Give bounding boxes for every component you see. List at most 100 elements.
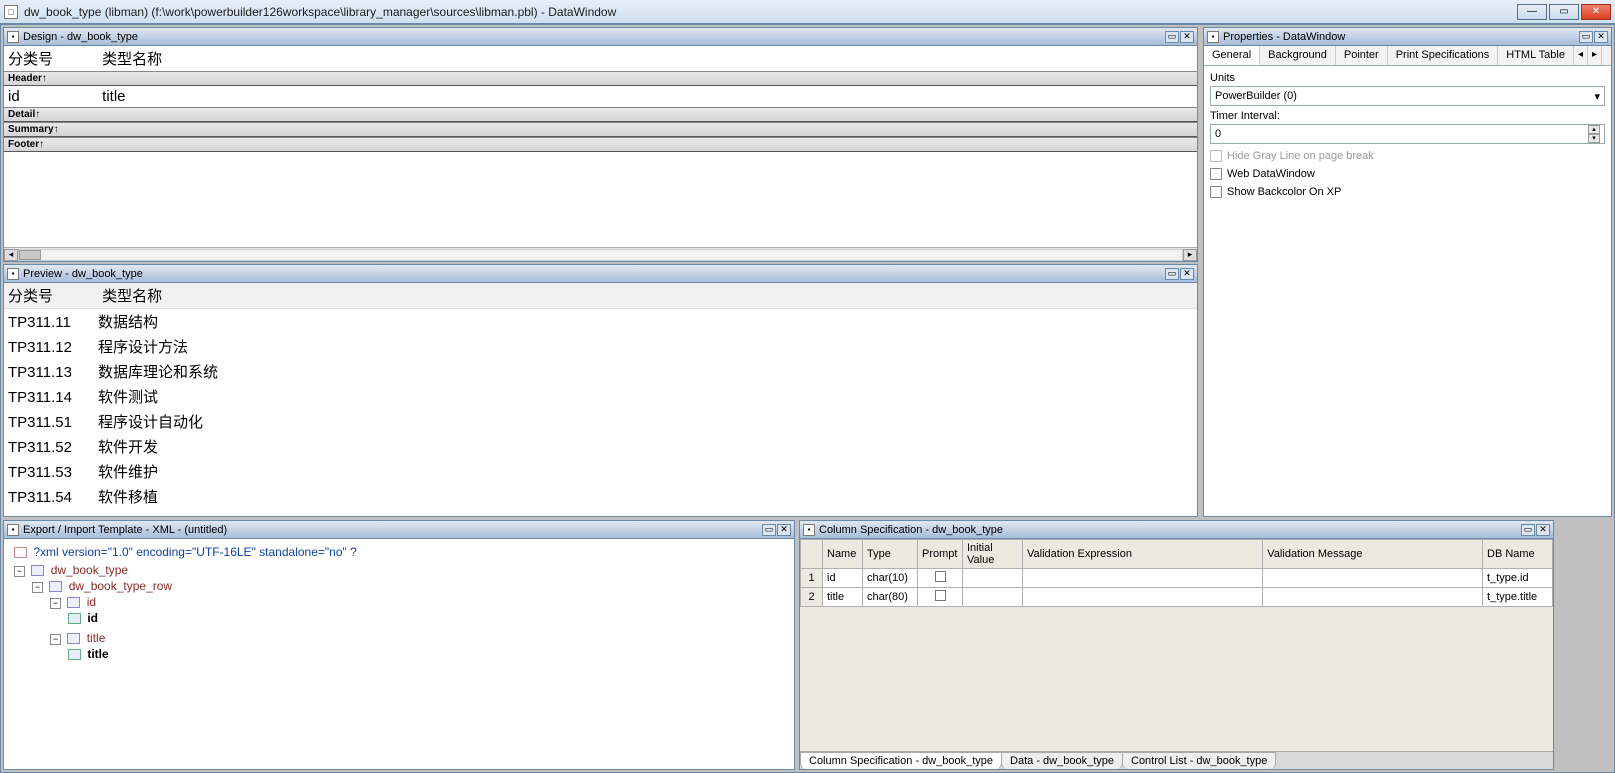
show-backcolor-checkbox[interactable]: Show Backcolor On XP	[1210, 186, 1605, 198]
preview-cell-id[interactable]: TP311.12	[8, 339, 98, 356]
colspec-hdr-initial[interactable]: Initial Value	[963, 540, 1023, 569]
colspec-rownum[interactable]: 2	[801, 588, 823, 607]
panel-restore-button[interactable]: ▭	[1165, 31, 1179, 43]
xml-col-title-node[interactable]: − title title	[50, 629, 788, 665]
colspec-validexpr[interactable]	[1023, 588, 1263, 607]
colspec-type[interactable]: char(80)	[863, 588, 918, 607]
xml-tree[interactable]: ?xml version="1.0" encoding="UTF-16LE" s…	[4, 539, 794, 769]
preview-cell-title[interactable]: 软件测试	[98, 389, 158, 406]
panel-close-button[interactable]: ✕	[777, 524, 791, 536]
xml-col-id-node[interactable]: − id id	[50, 593, 788, 629]
panel-close-button[interactable]: ✕	[1594, 31, 1608, 43]
preview-cell-id[interactable]: TP311.54	[8, 489, 98, 506]
preview-cell-id[interactable]: TP311.13	[8, 364, 98, 381]
xml-root-node[interactable]: − dw_book_type − dw_book_type_row −	[14, 561, 788, 669]
preview-cell-id[interactable]: TP311.14	[8, 389, 98, 406]
preview-cell-title[interactable]: 程序设计自动化	[98, 414, 203, 431]
spin-down-icon[interactable]: ▾	[1588, 134, 1600, 143]
preview-row[interactable]: TP311.12程序设计方法	[4, 334, 1197, 359]
design-hscroll[interactable]: ◂ ▸	[4, 247, 1197, 261]
design-panel-header[interactable]: ▪ Design - dw_book_type ▭ ✕	[4, 28, 1197, 46]
colspec-hdr-type[interactable]: Type	[863, 540, 918, 569]
preview-cell-title[interactable]: 软件移植	[98, 489, 158, 506]
maximize-button[interactable]: ▭	[1549, 4, 1579, 20]
colspec-grid[interactable]: Name Type Prompt Initial Value Validatio…	[800, 539, 1553, 607]
preview-row[interactable]: TP311.51程序设计自动化	[4, 409, 1197, 434]
xml-col-id-value[interactable]: id	[68, 609, 788, 627]
preview-cell-title[interactable]: 数据库理论和系统	[98, 364, 218, 381]
checkbox-icon[interactable]	[1210, 186, 1222, 198]
spin-up-icon[interactable]: ▴	[1588, 125, 1600, 134]
checkbox-icon[interactable]	[935, 590, 946, 601]
preview-row[interactable]: TP311.54软件移植	[4, 484, 1197, 509]
tab-general[interactable]: General	[1204, 46, 1260, 65]
detail-col-title[interactable]: title	[102, 88, 125, 105]
colspec-validmsg[interactable]	[1263, 588, 1483, 607]
colspec-hdr-prompt[interactable]: Prompt	[918, 540, 963, 569]
preview-row[interactable]: TP311.14软件测试	[4, 384, 1197, 409]
xml-row-node[interactable]: − dw_book_type_row − id	[32, 577, 788, 667]
tab-html-table[interactable]: HTML Table	[1498, 46, 1574, 65]
colspec-initial[interactable]	[963, 588, 1023, 607]
tree-collapse-icon[interactable]: −	[50, 598, 61, 609]
units-select[interactable]: PowerBuilder (0) ▾	[1210, 86, 1605, 106]
tab-column-specification[interactable]: Column Specification - dw_book_type	[800, 752, 1002, 769]
scroll-left-icon[interactable]: ◂	[4, 249, 18, 261]
design-header-band[interactable]: 分类号 类型名称	[4, 46, 1197, 71]
checkbox-icon[interactable]	[1210, 168, 1222, 180]
colspec-hdr-validmsg[interactable]: Validation Message	[1263, 540, 1483, 569]
colspec-row[interactable]: 2 title char(80) t_type.title	[801, 588, 1553, 607]
colspec-hdr-dbname[interactable]: DB Name	[1483, 540, 1553, 569]
minimize-button[interactable]: —	[1517, 4, 1547, 20]
tab-scroll-right[interactable]: ▸	[1588, 46, 1602, 65]
properties-panel-header[interactable]: ▪ Properties - DataWindow ▭ ✕	[1204, 28, 1611, 46]
panel-close-button[interactable]: ✕	[1180, 31, 1194, 43]
panel-close-button[interactable]: ✕	[1536, 524, 1550, 536]
design-detail-band[interactable]: id title	[4, 86, 1197, 107]
preview-cell-id[interactable]: TP311.52	[8, 439, 98, 456]
colspec-dbname[interactable]: t_type.title	[1483, 588, 1553, 607]
panel-restore-button[interactable]: ▭	[1521, 524, 1535, 536]
close-button[interactable]: ✕	[1581, 4, 1611, 20]
colspec-name[interactable]: id	[823, 569, 863, 588]
tab-data[interactable]: Data - dw_book_type	[1001, 752, 1123, 769]
preview-cell-title[interactable]: 软件开发	[98, 439, 158, 456]
colspec-initial[interactable]	[963, 569, 1023, 588]
tree-collapse-icon[interactable]: −	[50, 634, 61, 645]
preview-row[interactable]: TP311.52软件开发	[4, 434, 1197, 459]
preview-row[interactable]: TP311.13数据库理论和系统	[4, 359, 1197, 384]
colspec-row[interactable]: 1 id char(10) t_type.id	[801, 569, 1553, 588]
preview-cell-title[interactable]: 程序设计方法	[98, 339, 188, 356]
tab-background[interactable]: Background	[1260, 46, 1336, 65]
header-col-id[interactable]: 分类号	[8, 48, 98, 69]
band-label-header[interactable]: Header↑	[4, 71, 1197, 85]
tab-print-specs[interactable]: Print Specifications	[1388, 46, 1499, 65]
colspec-hdr-validexpr[interactable]: Validation Expression	[1023, 540, 1263, 569]
tab-control-list[interactable]: Control List - dw_book_type	[1122, 752, 1276, 769]
tree-collapse-icon[interactable]: −	[32, 582, 43, 593]
colspec-validmsg[interactable]	[1263, 569, 1483, 588]
xml-col-title-value[interactable]: title	[68, 645, 788, 663]
preview-row[interactable]: TP311.53软件维护	[4, 459, 1197, 484]
preview-cell-id[interactable]: TP311.51	[8, 414, 98, 431]
tab-pointer[interactable]: Pointer	[1336, 46, 1388, 65]
scroll-thumb[interactable]	[19, 250, 41, 260]
panel-restore-button[interactable]: ▭	[1165, 268, 1179, 280]
colspec-hdr-num[interactable]	[801, 540, 823, 569]
preview-cell-id[interactable]: TP311.11	[8, 314, 98, 331]
colspec-type[interactable]: char(10)	[863, 569, 918, 588]
header-col-title[interactable]: 类型名称	[102, 48, 162, 69]
preview-cell-title[interactable]: 数据结构	[98, 314, 158, 331]
preview-cell-id[interactable]: TP311.53	[8, 464, 98, 481]
tab-scroll-left[interactable]: ◂	[1574, 46, 1588, 65]
colspec-validexpr[interactable]	[1023, 569, 1263, 588]
colspec-hdr-name[interactable]: Name	[823, 540, 863, 569]
timer-interval-input[interactable]: 0 ▴▾	[1210, 124, 1605, 144]
colspec-dbname[interactable]: t_type.id	[1483, 569, 1553, 588]
panel-restore-button[interactable]: ▭	[762, 524, 776, 536]
web-datawindow-checkbox[interactable]: Web DataWindow	[1210, 168, 1605, 180]
preview-row[interactable]: TP311.11数据结构	[4, 309, 1197, 334]
xml-declaration-node[interactable]: ?xml version="1.0" encoding="UTF-16LE" s…	[14, 543, 788, 561]
band-label-summary[interactable]: Summary↑	[4, 122, 1197, 136]
band-label-detail[interactable]: Detail↑	[4, 107, 1197, 121]
